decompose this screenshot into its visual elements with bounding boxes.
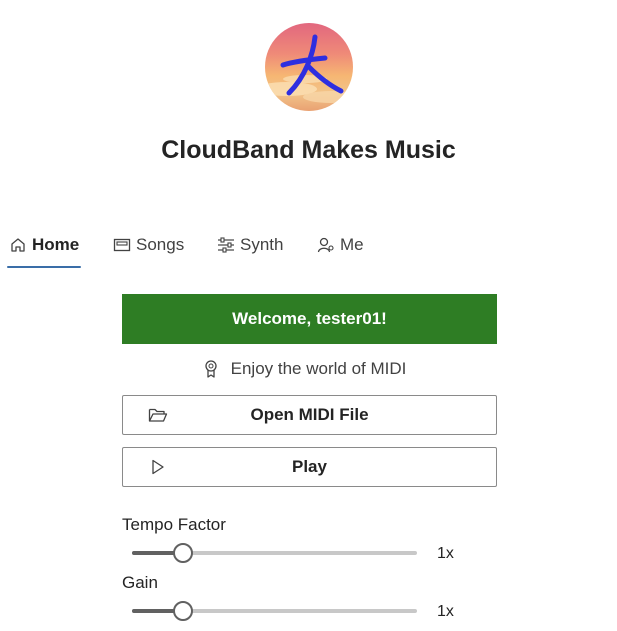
slider-thumb[interactable] (173, 601, 194, 621)
tab-songs-label: Songs (136, 235, 185, 254)
active-tab-indicator (7, 266, 81, 268)
tab-home[interactable]: Home (9, 222, 79, 268)
home-icon (11, 238, 25, 252)
folder-open-icon (148, 408, 168, 422)
welcome-text: Welcome, tester01! (232, 309, 387, 328)
ribbon-icon (204, 360, 217, 378)
tab-songs[interactable]: Songs (113, 222, 184, 268)
gain-value: 1x (437, 603, 454, 620)
gain-slider[interactable] (132, 600, 417, 622)
tempo-factor-label: Tempo Factor (122, 515, 226, 534)
slider-thumb[interactable] (173, 543, 194, 563)
person-icon (317, 237, 334, 253)
tab-home-label: Home (32, 235, 80, 254)
gain-label: Gain (122, 573, 158, 592)
tab-synth[interactable]: Synth (217, 222, 283, 268)
open-midi-file-button[interactable]: Open MIDI File (122, 395, 497, 435)
tab-me[interactable]: Me (317, 222, 364, 268)
play-label: Play (292, 457, 327, 476)
open-midi-file-label: Open MIDI File (250, 405, 369, 424)
play-icon (152, 459, 164, 475)
sliders-icon (218, 237, 234, 253)
tab-me-label: Me (340, 235, 364, 254)
play-button[interactable]: Play (122, 447, 497, 487)
tagline-text: Enjoy the world of MIDI (230, 359, 407, 378)
tempo-factor-value: 1x (437, 545, 454, 562)
tempo-factor-slider[interactable] (132, 542, 417, 564)
tagline: Enjoy the world of MIDI (122, 356, 497, 382)
tab-synth-label: Synth (240, 235, 284, 254)
app-logo (265, 23, 353, 111)
app-title: CloudBand Makes Music (161, 136, 456, 164)
keyboard-icon (113, 238, 131, 252)
welcome-banner: Welcome, tester01! (122, 294, 497, 344)
tab-bar: Home Songs Synth Me (0, 222, 617, 270)
